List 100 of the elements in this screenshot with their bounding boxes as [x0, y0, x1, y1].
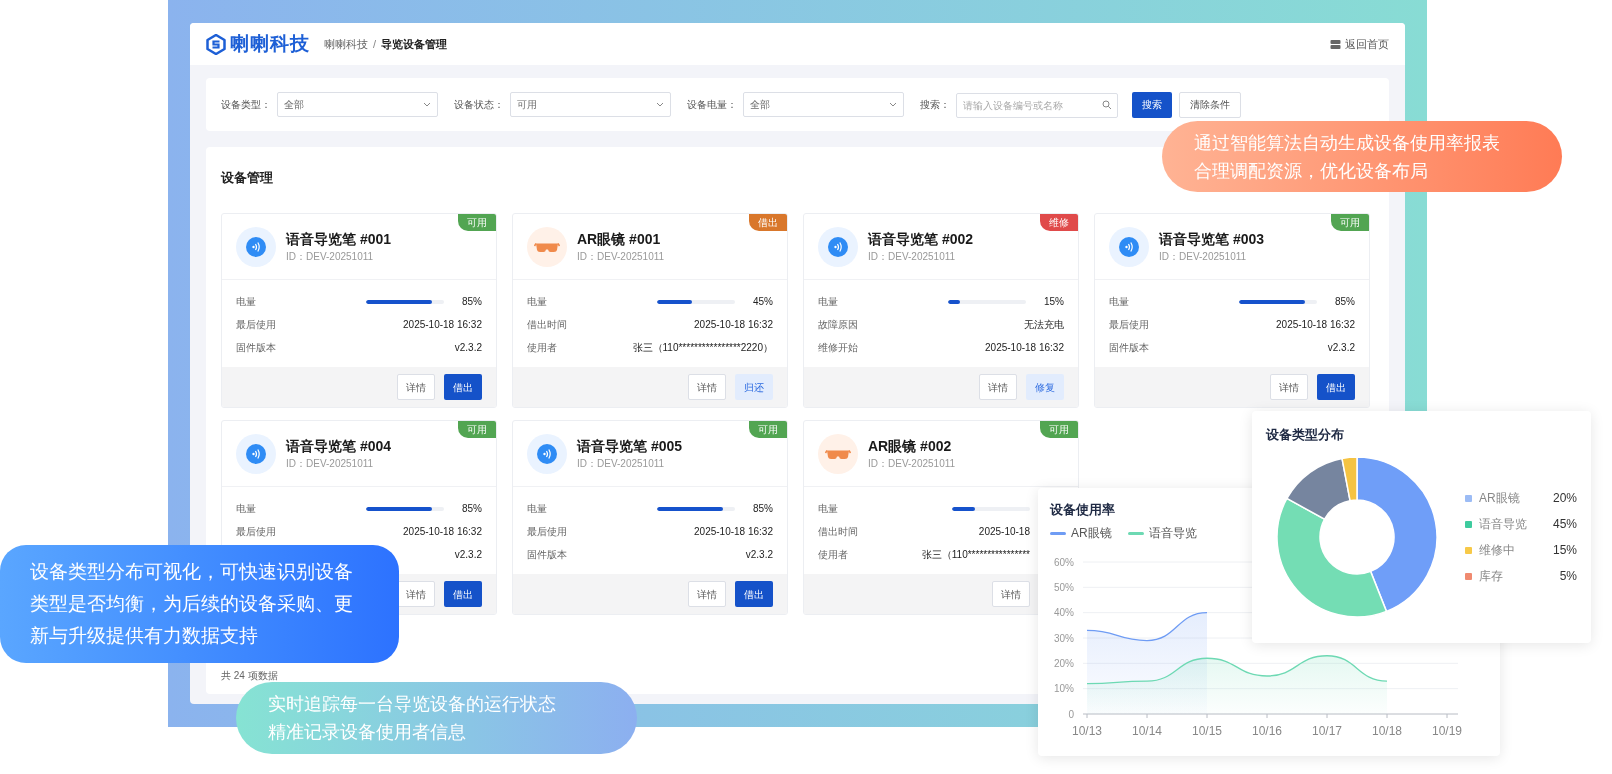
action-button[interactable]: 借出	[444, 581, 482, 607]
callout-text: 新与升级提供有力数据支持	[30, 624, 259, 648]
field-label: 电量	[1109, 295, 1129, 309]
legend-value: 15%	[1552, 542, 1577, 559]
device-id: ID：DEV-20251011	[286, 457, 375, 470]
action-button[interactable]: 借出	[1317, 374, 1355, 400]
logo-icon	[206, 33, 226, 55]
details-button[interactable]: 详情	[688, 581, 726, 607]
glasses-icon	[818, 433, 858, 474]
details-button[interactable]: 详情	[397, 581, 435, 607]
device-id: ID：DEV-20251011	[868, 457, 956, 470]
device-id: ID：DEV-20251011	[577, 250, 665, 263]
select-field[interactable]: 全部	[277, 92, 438, 117]
status-badge: 借出	[749, 214, 787, 231]
legend-value: 20%	[1552, 490, 1577, 507]
action-button[interactable]: 借出	[444, 374, 482, 400]
legend-swatch	[1050, 531, 1066, 535]
select-field[interactable]: 可用	[510, 92, 671, 117]
breadcrumb-item[interactable]: 喇喇科技	[324, 35, 368, 53]
status-badge: 可用	[749, 421, 787, 438]
callout-text: 设备类型分布可视化，可快速识别设备	[30, 560, 354, 584]
field-value: 15%	[1043, 295, 1064, 309]
x-tick-label: 10/19	[1431, 724, 1463, 738]
device-id: ID：DEV-20251011	[286, 250, 375, 263]
field-value: 2025-10-18 16:32	[403, 318, 482, 332]
x-tick-label: 10/17	[1311, 724, 1343, 738]
field-label: 固件版本	[236, 341, 276, 355]
x-tick-label: 10/18	[1371, 724, 1403, 738]
y-tick-label: 0	[1068, 708, 1075, 720]
legend-value: 45%	[1552, 516, 1577, 533]
field-value: 张三（110****************2220）	[632, 341, 773, 355]
device-name: 语音导览笔 #002	[868, 230, 974, 248]
home-icon	[1330, 38, 1341, 50]
field-value: 45%	[752, 295, 773, 309]
chart-title: 设备类型分布	[1266, 426, 1344, 444]
callout-text: 精准记录设备使用者信息	[268, 721, 467, 744]
x-tick-label: 10/16	[1251, 724, 1283, 738]
field-value: 85%	[752, 502, 773, 516]
chevron-down-icon	[656, 102, 664, 107]
callout-text: 合理调配资源，优化设备布局	[1194, 159, 1429, 183]
details-button[interactable]: 详情	[992, 581, 1030, 607]
field-label: 最后使用	[1109, 318, 1149, 332]
device-id: ID：DEV-20251011	[1159, 250, 1248, 263]
filter-label: 设备类型：	[221, 98, 271, 112]
field-value: 2025-10-18 16:32	[403, 525, 482, 539]
legend-label: 语音导览	[1148, 525, 1197, 542]
status-badge: 可用	[1331, 214, 1369, 231]
legend-label: AR眼镜	[1071, 525, 1112, 542]
total-count: 共 24 项数据	[221, 669, 278, 683]
details-button[interactable]: 详情	[979, 374, 1017, 400]
x-tick-label: 10/14	[1131, 724, 1163, 738]
device-name: 语音导览笔 #003	[1159, 230, 1265, 248]
field-value: v2.3.2	[1327, 341, 1355, 355]
device-name: AR眼镜 #001	[577, 230, 662, 248]
x-tick-label: 10/13	[1071, 724, 1103, 738]
field-label: 借出时间	[527, 318, 567, 332]
details-button[interactable]: 详情	[397, 374, 435, 400]
chevron-down-icon	[423, 102, 431, 107]
action-button[interactable]: 修复	[1026, 374, 1064, 400]
field-label: 维修开始	[818, 341, 858, 355]
details-button[interactable]: 详情	[688, 374, 726, 400]
field-label: 最后使用	[527, 525, 567, 539]
sound-wave-icon	[236, 226, 276, 267]
action-button[interactable]: 借出	[735, 581, 773, 607]
legend-label: 库存	[1479, 568, 1503, 585]
field-label: 固件版本	[1109, 341, 1149, 355]
sound-wave-icon	[527, 433, 567, 474]
y-tick-label: 40%	[1053, 607, 1075, 619]
x-tick-label: 10/15	[1191, 724, 1223, 738]
field-value: v2.3.2	[454, 548, 482, 562]
field-value: v2.3.2	[454, 341, 482, 355]
device-name: 语音导览笔 #005	[577, 437, 683, 455]
home-link[interactable]: 返回首页	[1330, 35, 1389, 53]
logo-text: 喇喇科技	[230, 31, 310, 56]
device-name: 语音导览笔 #001	[286, 230, 392, 248]
field-label: 最后使用	[236, 525, 276, 539]
filter-button[interactable]: 搜索	[1132, 91, 1172, 118]
field-label: 电量	[236, 502, 256, 516]
chart-title: 设备使用率	[1049, 501, 1116, 519]
field-label: 借出时间	[818, 525, 858, 539]
search-field[interactable]: 请输入设备编号或名称	[956, 93, 1118, 118]
field-value: v2.3.2	[745, 548, 773, 562]
y-tick-label: 50%	[1053, 581, 1075, 593]
device-name: AR眼镜 #002	[868, 437, 953, 455]
status-badge: 可用	[458, 421, 496, 438]
action-button[interactable]: 归还	[735, 374, 773, 400]
field-value: 2025-10-18	[978, 525, 1030, 539]
field-label: 使用者	[527, 341, 557, 355]
breadcrumb-separator: /	[373, 36, 377, 52]
field-value: 85%	[1334, 295, 1355, 309]
section-title: 设备管理	[221, 169, 273, 187]
field-value: 张三（110****************	[921, 548, 1030, 562]
field-label: 电量	[527, 502, 547, 516]
status-badge: 维修	[1040, 214, 1078, 231]
field-label: 电量	[818, 502, 838, 516]
select-field[interactable]: 全部	[743, 92, 904, 117]
chevron-down-icon	[889, 102, 897, 107]
details-button[interactable]: 详情	[1270, 374, 1308, 400]
device-id: ID：DEV-20251011	[577, 457, 666, 470]
filter-button[interactable]: 清除条件	[1179, 91, 1241, 118]
